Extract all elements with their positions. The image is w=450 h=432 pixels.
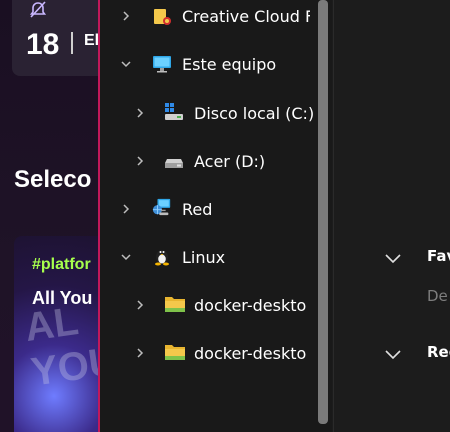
- chevron-down-icon[interactable]: [120, 58, 132, 70]
- favorites-empty-description: De: [427, 287, 448, 305]
- nav-item-acer-d[interactable]: Acer (D:): [100, 137, 315, 185]
- network-icon: [152, 197, 172, 217]
- nav-item-label: Acer (D:): [194, 152, 266, 171]
- this-pc-monitor-icon: [152, 54, 172, 74]
- nav-item-label: Red: [182, 200, 213, 219]
- nav-item-local-disk-c[interactable]: Disco local (C:): [100, 89, 315, 137]
- card-tag: #platfor: [32, 256, 91, 273]
- creative-cloud-folder-icon: [152, 6, 172, 26]
- chevron-down-icon[interactable]: [384, 346, 402, 360]
- notification-bell-muted-icon[interactable]: [28, 0, 48, 25]
- nav-item-label: Disco local (C:): [194, 104, 315, 123]
- drive-icon: [164, 151, 184, 171]
- folder-icon: [164, 342, 186, 362]
- explorer-content-pane: Fav De Rec: [334, 0, 450, 432]
- card-title: All You: [32, 288, 93, 308]
- nav-item-label: Creative Cloud F: [182, 7, 310, 26]
- recent-section-header[interactable]: Rec: [427, 343, 450, 361]
- nav-item-label: docker-deskto: [194, 344, 307, 363]
- nav-item-creative-cloud[interactable]: Creative Cloud F: [100, 0, 315, 40]
- chevron-down-icon[interactable]: [120, 251, 132, 263]
- date-month: El: [84, 32, 100, 49]
- date-day: 18: [26, 28, 60, 61]
- section-heading: Seleco: [14, 166, 92, 193]
- card-art: AL YOU: [22, 299, 100, 395]
- folder-icon: [164, 294, 186, 314]
- linux-penguin-icon: [152, 246, 172, 266]
- chevron-right-icon[interactable]: [120, 10, 132, 22]
- nav-item-this-pc[interactable]: Este equipo: [100, 40, 315, 88]
- nav-item-label: Linux: [182, 248, 226, 267]
- chevron-right-icon[interactable]: [134, 347, 146, 359]
- nav-item-label: Este equipo: [182, 55, 277, 74]
- windows-drive-icon: [164, 102, 184, 122]
- vertical-scrollbar-thumb[interactable]: [318, 0, 328, 424]
- chevron-right-icon[interactable]: [134, 155, 146, 167]
- explorer-navigation-pane: Creative Cloud F Este equipo Disco local…: [98, 0, 332, 432]
- nav-item-network[interactable]: Red: [100, 185, 315, 233]
- chevron-right-icon[interactable]: [120, 203, 132, 215]
- chevron-right-icon[interactable]: [134, 107, 146, 119]
- nav-item-docker-desktop-data[interactable]: docker-deskto: [100, 329, 315, 377]
- chevron-right-icon[interactable]: [134, 299, 146, 311]
- nav-item-label: docker-deskto: [194, 296, 307, 315]
- nav-item-docker-desktop[interactable]: docker-deskto: [100, 281, 315, 329]
- chevron-down-icon[interactable]: [384, 250, 402, 264]
- nav-item-linux[interactable]: Linux: [100, 233, 315, 281]
- date-separator: [71, 32, 73, 54]
- favorites-section-header[interactable]: Fav: [427, 247, 450, 265]
- background-app-window: 18 El Seleco AL YOU #platfor All You: [0, 0, 100, 432]
